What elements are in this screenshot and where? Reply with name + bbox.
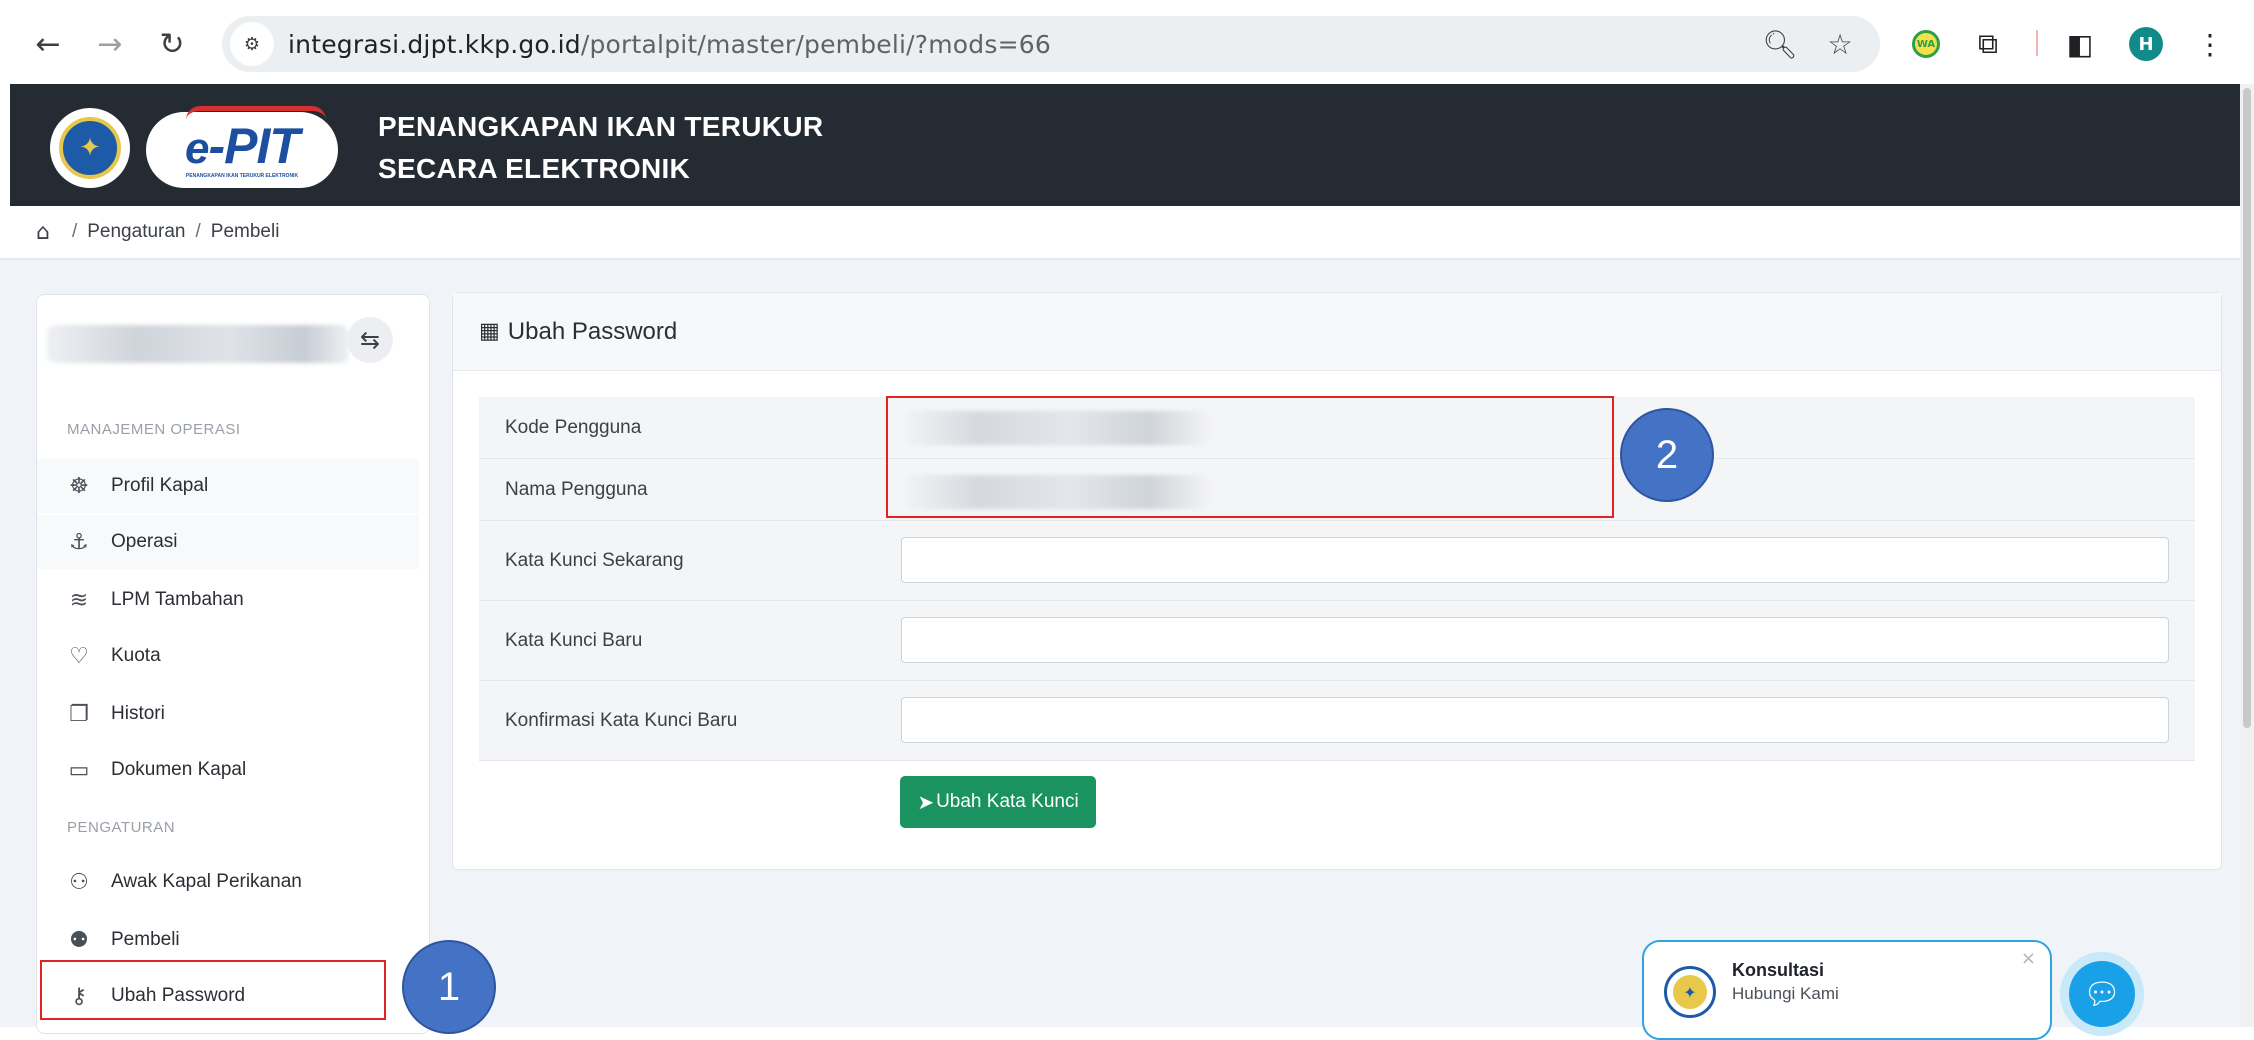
anchor-icon: ⚓ xyxy=(69,529,89,555)
browser-menu-icon[interactable]: ⋮ xyxy=(2190,24,2230,64)
callout-1: 1 xyxy=(402,940,496,1034)
kkp-emblem-logo[interactable]: ✦ xyxy=(50,108,130,188)
users-icon: ⚉ xyxy=(69,927,89,953)
sidebar: ⇆ MANAJEMEN OPERASI ☸ Profil Kapal ⚓ Ope… xyxy=(36,294,430,1034)
back-arrow-icon[interactable]: ← xyxy=(24,20,72,68)
current-password-input[interactable] xyxy=(901,537,2169,583)
confirm-password-input[interactable] xyxy=(901,697,2169,743)
browser-toolbar: ← → ↻ ⚙ integrasi.djpt.kkp.go.id/portalp… xyxy=(0,0,2254,84)
konsultasi-title: Konsultasi xyxy=(1732,960,1825,980)
site-header: ✦ e-PIT PENANGKAPAN IKAN TERUKUR ELEKTRO… xyxy=(10,84,2240,206)
highlight-box-ubah-password xyxy=(40,960,386,1020)
card-header: ▦ Ubah Password xyxy=(453,293,2221,371)
chat-bubble-icon: 💬︎ xyxy=(2069,961,2135,1027)
layers-icon: ≋ xyxy=(69,587,89,613)
row-konfirmasi: Konfirmasi Kata Kunci Baru xyxy=(479,681,2195,761)
heart-pulse-icon: ♡ xyxy=(69,643,89,669)
table-icon: ▦ xyxy=(479,319,500,344)
users-group-icon: ⚇ xyxy=(69,869,89,895)
breadcrumb: ⌂ / Pengaturan / Pembeli xyxy=(0,206,2240,260)
new-password-input[interactable] xyxy=(901,617,2169,663)
whatsapp-extension-icon[interactable]: WA xyxy=(1906,24,1946,64)
sidebar-item-histori[interactable]: ❐ Histori xyxy=(37,687,419,741)
page-scrollbar[interactable] xyxy=(2240,84,2254,1027)
send-icon: ➤ xyxy=(917,790,935,814)
reload-icon[interactable]: ↻ xyxy=(148,20,196,68)
ubah-password-card: ▦ Ubah Password Kode Pengguna Nama Pengg… xyxy=(452,292,2222,870)
breadcrumb-pembeli: Pembeli xyxy=(210,221,280,242)
sidebar-item-awak-kapal[interactable]: ⚇ Awak Kapal Perikanan xyxy=(37,855,419,909)
epit-logo[interactable]: e-PIT PENANGKAPAN IKAN TERUKUR ELEKTRONI… xyxy=(146,106,338,188)
callout-2: 2 xyxy=(1620,408,1714,502)
konsultasi-subtitle: Hubungi Kami xyxy=(1732,984,1839,1003)
extensions-puzzle-icon[interactable]: ⧉ xyxy=(1968,24,2008,64)
forward-arrow-icon[interactable]: → xyxy=(86,20,134,68)
ubah-kata-kunci-button[interactable]: ➤ Ubah Kata Kunci xyxy=(900,776,1096,828)
copy-icon: ❐ xyxy=(69,701,89,727)
sidebar-item-operasi[interactable]: ⚓ Operasi xyxy=(37,515,419,569)
bookmark-star-icon[interactable]: ☆ xyxy=(1820,24,1860,64)
home-icon[interactable]: ⌂ xyxy=(36,220,50,245)
sidebar-toggle-icon[interactable]: ⇆ xyxy=(347,317,393,363)
profile-avatar[interactable]: H xyxy=(2126,24,2166,64)
section-manajemen-operasi: MANAJEMEN OPERASI xyxy=(67,421,241,438)
zoom-icon[interactable]: 🔍︎ xyxy=(1760,24,1800,64)
konsultasi-widget[interactable]: × ✦ Konsultasi Hubungi Kami xyxy=(1642,940,2052,1040)
highlight-box-user-info xyxy=(886,396,1614,518)
breadcrumb-pengaturan[interactable]: Pengaturan xyxy=(87,221,185,243)
card-title: Ubah Password xyxy=(507,317,678,345)
user-name-redacted xyxy=(47,325,349,363)
row-kata-kunci-sekarang: Kata Kunci Sekarang xyxy=(479,521,2195,601)
sidebar-item-pembeli[interactable]: ⚉ Pembeli xyxy=(37,913,419,967)
section-pengaturan: PENGATURAN xyxy=(67,819,176,836)
ship-wheel-icon: ☸ xyxy=(69,473,89,499)
url-text[interactable]: integrasi.djpt.kkp.go.id/portalpit/maste… xyxy=(288,30,1051,59)
site-title: PENANGKAPAN IKAN TERUKUR SECARA ELEKTRON… xyxy=(378,111,824,184)
sidebar-item-kuota[interactable]: ♡ Kuota xyxy=(37,629,419,683)
sidebar-item-dokumen-kapal[interactable]: ▭ Dokumen Kapal xyxy=(37,743,419,797)
site-settings-icon[interactable]: ⚙ xyxy=(230,22,274,66)
sidebar-item-profil-kapal[interactable]: ☸ Profil Kapal xyxy=(37,459,419,513)
address-bar[interactable]: ⚙ integrasi.djpt.kkp.go.id/portalpit/mas… xyxy=(222,16,1880,72)
side-panel-icon[interactable]: ◧ xyxy=(2060,24,2100,64)
kkp-emblem-icon: ✦ xyxy=(1664,966,1716,1018)
sidebar-item-lpm-tambahan[interactable]: ≋ LPM Tambahan xyxy=(37,573,419,627)
row-kata-kunci-baru: Kata Kunci Baru xyxy=(479,601,2195,681)
archive-icon: ▭ xyxy=(68,757,90,783)
chat-button[interactable]: 💬︎ xyxy=(2060,952,2144,1036)
toolbar-divider xyxy=(2036,30,2038,56)
close-icon[interactable]: × xyxy=(2021,948,2036,969)
